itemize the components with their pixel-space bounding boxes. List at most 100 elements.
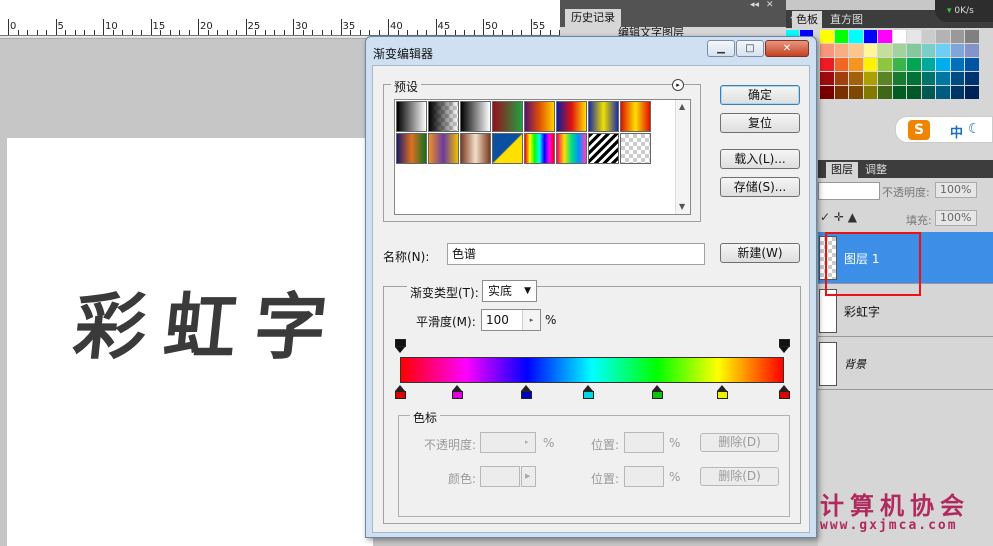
tab-layers[interactable]: 图层 (826, 162, 858, 178)
color-stop[interactable] (778, 385, 790, 400)
new-button[interactable]: 新建(W) (720, 243, 800, 263)
color-swatch[interactable] (834, 30, 848, 43)
save-button[interactable]: 存储(S)... (720, 177, 800, 197)
color-swatch[interactable] (921, 58, 935, 71)
color-stop[interactable] (582, 385, 594, 400)
color-swatch[interactable] (892, 72, 906, 85)
color-swatch[interactable] (936, 86, 950, 99)
collapse-panels-icon[interactable]: ◂◂ (750, 0, 759, 10)
color-swatch[interactable] (878, 44, 892, 57)
color-swatch[interactable] (907, 72, 921, 85)
name-input[interactable]: 色谱 (447, 243, 705, 265)
tab-adjustments[interactable]: 调整 (860, 162, 892, 178)
color-swatch[interactable] (965, 30, 979, 43)
moon-icon[interactable]: ☾ (968, 121, 981, 137)
gradient-preview-bar[interactable] (400, 357, 784, 383)
gradient-preset[interactable] (492, 101, 523, 132)
ok-button[interactable]: 确定 (720, 85, 800, 105)
color-swatch[interactable] (849, 44, 863, 57)
color-swatch[interactable] (907, 86, 921, 99)
color-swatch[interactable] (965, 58, 979, 71)
opacity-stop[interactable] (394, 339, 406, 354)
gradient-preset[interactable] (492, 133, 523, 164)
color-swatch[interactable] (863, 30, 877, 43)
color-swatch[interactable] (878, 86, 892, 99)
ime-toolbar[interactable]: S 中 ☾ (895, 116, 993, 143)
color-swatch[interactable] (849, 86, 863, 99)
lock-icons[interactable]: ✓ ✛ ▲ (820, 210, 857, 224)
gradient-preset[interactable] (396, 101, 427, 132)
color-swatch[interactable] (878, 58, 892, 71)
color-swatch[interactable] (965, 86, 979, 99)
opacity-field[interactable]: 100% (935, 182, 977, 198)
gradient-preset[interactable] (620, 133, 651, 164)
gradient-preset[interactable] (588, 101, 619, 132)
color-stop[interactable] (651, 385, 663, 400)
color-swatch[interactable] (907, 44, 921, 57)
tab-history[interactable]: 历史记录 (565, 9, 621, 27)
color-swatch[interactable] (936, 58, 950, 71)
color-swatch[interactable] (950, 30, 964, 43)
color-swatch[interactable] (820, 58, 834, 71)
gradient-preset[interactable] (620, 101, 651, 132)
color-swatch[interactable] (936, 44, 950, 57)
color-swatch[interactable] (820, 44, 834, 57)
color-swatch[interactable] (878, 30, 892, 43)
close-button[interactable]: ✕ (765, 40, 809, 57)
color-swatch[interactable] (878, 72, 892, 85)
smoothness-stepper-icon[interactable]: ▸ (522, 310, 540, 330)
tab-swatches[interactable]: 色板 (792, 11, 822, 28)
color-swatch[interactable] (892, 58, 906, 71)
color-swatch[interactable] (863, 72, 877, 85)
gradient-preset[interactable] (524, 133, 555, 164)
scroll-up-icon[interactable]: ▲ (679, 102, 685, 111)
load-button[interactable]: 载入(L)... (720, 149, 800, 169)
color-stop[interactable] (394, 385, 406, 400)
presets-scrollbar[interactable]: ▲ ▼ (675, 100, 690, 214)
gradient-type-select[interactable]: 实底 ▼ (482, 280, 537, 302)
color-swatch[interactable] (950, 58, 964, 71)
color-swatch[interactable] (936, 72, 950, 85)
maximize-button[interactable]: □ (736, 40, 764, 57)
tab-histogram[interactable]: 直方图 (826, 11, 867, 28)
color-swatch[interactable] (950, 44, 964, 57)
gradient-preset[interactable] (524, 101, 555, 132)
color-swatch[interactable] (921, 44, 935, 57)
close-panel-icon[interactable]: ✕ (766, 0, 774, 10)
blend-mode-select[interactable] (818, 182, 880, 200)
color-swatch[interactable] (863, 58, 877, 71)
smoothness-input[interactable]: 100 ▸ (481, 309, 541, 331)
color-stop[interactable] (717, 385, 729, 400)
gradient-preset[interactable] (428, 101, 459, 132)
color-swatch[interactable] (820, 30, 834, 43)
color-swatch[interactable] (921, 72, 935, 85)
color-stop[interactable] (521, 385, 533, 400)
scroll-down-icon[interactable]: ▼ (679, 202, 685, 211)
color-swatch[interactable] (863, 44, 877, 57)
color-swatch[interactable] (965, 44, 979, 57)
ime-language[interactable]: 中 (950, 122, 963, 141)
color-swatch[interactable] (936, 30, 950, 43)
color-swatch[interactable] (863, 86, 877, 99)
reset-button[interactable]: 复位 (720, 113, 800, 133)
color-swatch[interactable] (907, 30, 921, 43)
gradient-preset[interactable] (556, 133, 587, 164)
color-swatch[interactable] (892, 30, 906, 43)
color-swatch[interactable] (820, 72, 834, 85)
color-swatch[interactable] (820, 86, 834, 99)
color-stop[interactable] (452, 385, 464, 400)
color-swatch[interactable] (834, 86, 848, 99)
color-swatch[interactable] (892, 86, 906, 99)
gradient-preset[interactable] (460, 133, 491, 164)
layer-row[interactable]: 背景 (818, 338, 993, 390)
color-swatch[interactable] (834, 44, 848, 57)
sogou-logo-icon[interactable]: S (908, 120, 930, 140)
minimize-button[interactable]: ▁ (707, 40, 735, 57)
fill-field[interactable]: 100% (935, 210, 977, 226)
presets-menu-icon[interactable]: ▸ (672, 79, 684, 91)
gradient-preset[interactable] (556, 101, 587, 132)
color-swatch[interactable] (849, 72, 863, 85)
color-swatch[interactable] (921, 86, 935, 99)
color-swatch[interactable] (834, 58, 848, 71)
gradient-preset[interactable] (428, 133, 459, 164)
